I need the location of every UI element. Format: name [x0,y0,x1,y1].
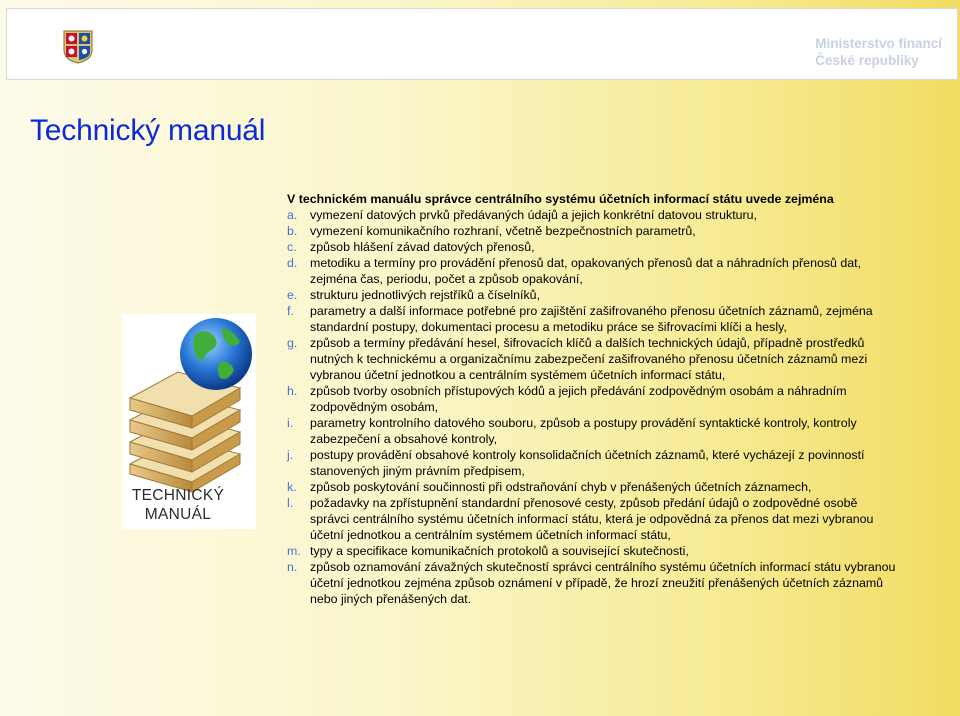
manual-label-line-2: MANUÁL [144,506,212,523]
list-item: e. strukturu jednotlivých rejstříků a čís… [287,287,899,303]
ministry-name: Ministerstvo financí České republiky [815,35,942,69]
list-marker: h. [287,384,298,398]
list-marker: l. [287,496,294,510]
list-item: f. parametry a další informace potřebné p… [287,303,899,335]
list-item: a. vymezení datových prvků předávaných úd… [287,207,899,223]
page-title: Technický manuál [30,114,266,147]
list-item-text: způsob a termíny předávání hesel, šifrov… [310,336,868,382]
list-item-text: postupy provádění obsahové kontroly kons… [310,448,865,478]
requirements-list: a. vymezení datových prvků předávaných úd… [287,207,899,607]
list-marker: b. [287,224,298,238]
list-item: d. metodiku a termíny pro provádění přeno… [287,255,899,287]
list-marker: c. [287,240,297,254]
list-item-text: vymezení datových prvků předávaných údaj… [310,208,757,222]
list-marker: k. [287,480,297,494]
list-item: b. vymezení komunikačního rozhraní, včetn… [287,223,899,239]
list-marker: j. [287,448,294,462]
manual-label-line-1: TECHNICKÝ [131,487,225,504]
list-marker: f. [287,304,294,318]
list-item-text: způsob poskytování součinnosti při odstr… [310,480,812,494]
list-item-text: typy a specifikace komunikačních protoko… [310,544,689,558]
list-item: n. způsob oznamování závažných skutečnost… [287,559,899,607]
list-item-text: způsob oznamování závažných skutečností … [310,560,896,606]
list-marker: d. [287,256,298,270]
content-block: V technickém manuálu správce centrálního… [287,191,899,607]
list-item-text: způsob hlášení závad datových přenosů, [310,240,535,254]
list-item: g. způsob a termíny předávání hesel, šifr… [287,335,899,383]
list-marker: g. [287,336,298,350]
list-item: m. typy a specifikace komunikačních proto… [287,543,899,559]
list-item-text: způsob tvorby osobních přístupových kódů… [310,384,847,414]
list-item: h. způsob tvorby osobních přístupových kó… [287,383,899,415]
ministry-line-2: České republiky [815,53,919,68]
list-item: l. požadavky na zpřístupnění standardní p… [287,495,899,543]
list-marker: n. [287,560,298,574]
list-item-text: parametry a další informace potřebné pro… [310,304,873,334]
list-item-text: parametry kontrolního datového souboru, … [310,416,857,446]
list-item: j. postupy provádění obsahové kontroly ko… [287,447,899,479]
coat-of-arms-icon [63,30,93,64]
list-item-text: metodiku a termíny pro provádění přenosů… [310,256,862,286]
list-item: k. způsob poskytování součinnosti při ods… [287,479,899,495]
intro-text: V technickém manuálu správce centrálního… [287,192,834,206]
list-item-text: požadavky na zpřístupnění standardní pře… [310,496,874,542]
list-item-text: strukturu jednotlivých rejstříků a čísel… [310,288,541,302]
list-item: c. způsob hlášení závad datových přenosů, [287,239,899,255]
list-item-text: vymezení komunikačního rozhraní, včetně … [310,224,696,238]
list-marker: i. [287,416,294,430]
list-marker: e. [287,288,298,302]
ministry-line-1: Ministerstvo financí [815,36,942,51]
manual-label: TECHNICKÝ MANUÁL [124,486,232,524]
list-marker: m. [287,544,301,558]
list-marker: a. [287,208,298,222]
list-item: i. parametry kontrolního datového souboru… [287,415,899,447]
